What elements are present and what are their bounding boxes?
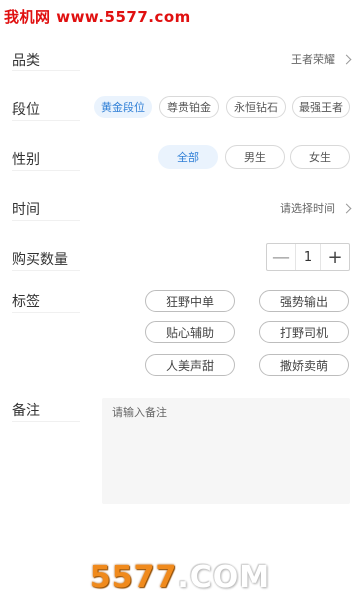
quantity-label: 购买数量 [12, 252, 68, 268]
increment-button[interactable]: + [321, 244, 349, 270]
tag-item[interactable]: 强势输出 [259, 290, 349, 312]
tag-item[interactable]: 狂野中单 [145, 290, 235, 312]
decrement-button[interactable]: — [267, 244, 295, 270]
quantity-stepper: — 1 + [266, 243, 350, 271]
rank-option-king[interactable]: 最强王者 [292, 96, 350, 118]
gender-option-male[interactable]: 男生 [225, 145, 285, 169]
gender-option-all[interactable]: 全部 [158, 145, 218, 169]
quantity-divider [12, 270, 80, 271]
tags-divider [12, 312, 80, 313]
tag-item[interactable]: 贴心辅助 [145, 321, 235, 343]
rank-option-diamond[interactable]: 永恒钻石 [226, 96, 286, 118]
time-value: 请选择时间 [280, 202, 335, 215]
watermark-domain: .COM [177, 560, 271, 595]
tag-item[interactable]: 打野司机 [259, 321, 349, 343]
tag-item[interactable]: 人美声甜 [145, 354, 235, 376]
rank-label: 段位 [12, 102, 40, 118]
rank-option-gold[interactable]: 黄金段位 [94, 96, 152, 118]
watermark-number: 5577 [89, 560, 178, 595]
chevron-right-icon [341, 54, 352, 64]
gender-divider [12, 170, 80, 171]
time-label: 时间 [12, 202, 40, 218]
category-label: 品类 [12, 53, 40, 69]
bottom-watermark: 5577.COM [0, 560, 360, 595]
category-divider [12, 70, 80, 71]
remark-label: 备注 [12, 403, 40, 419]
remark-input[interactable] [102, 398, 350, 504]
time-divider [12, 220, 80, 221]
tag-item[interactable]: 撒娇卖萌 [259, 354, 349, 376]
remark-divider [12, 421, 80, 422]
chevron-right-icon [341, 203, 352, 213]
gender-option-female[interactable]: 女生 [290, 145, 350, 169]
tags-label: 标签 [12, 294, 40, 310]
category-value: 王者荣耀 [291, 53, 335, 66]
rank-option-platinum[interactable]: 尊贵铂金 [159, 96, 219, 118]
quantity-value[interactable]: 1 [295, 244, 321, 270]
top-watermark: 我机网 www.5577.com [4, 8, 191, 26]
gender-label: 性别 [12, 152, 40, 168]
time-selector[interactable]: 请选择时间 [280, 200, 352, 216]
rank-divider [12, 120, 80, 121]
category-selector[interactable]: 王者荣耀 [291, 51, 352, 67]
